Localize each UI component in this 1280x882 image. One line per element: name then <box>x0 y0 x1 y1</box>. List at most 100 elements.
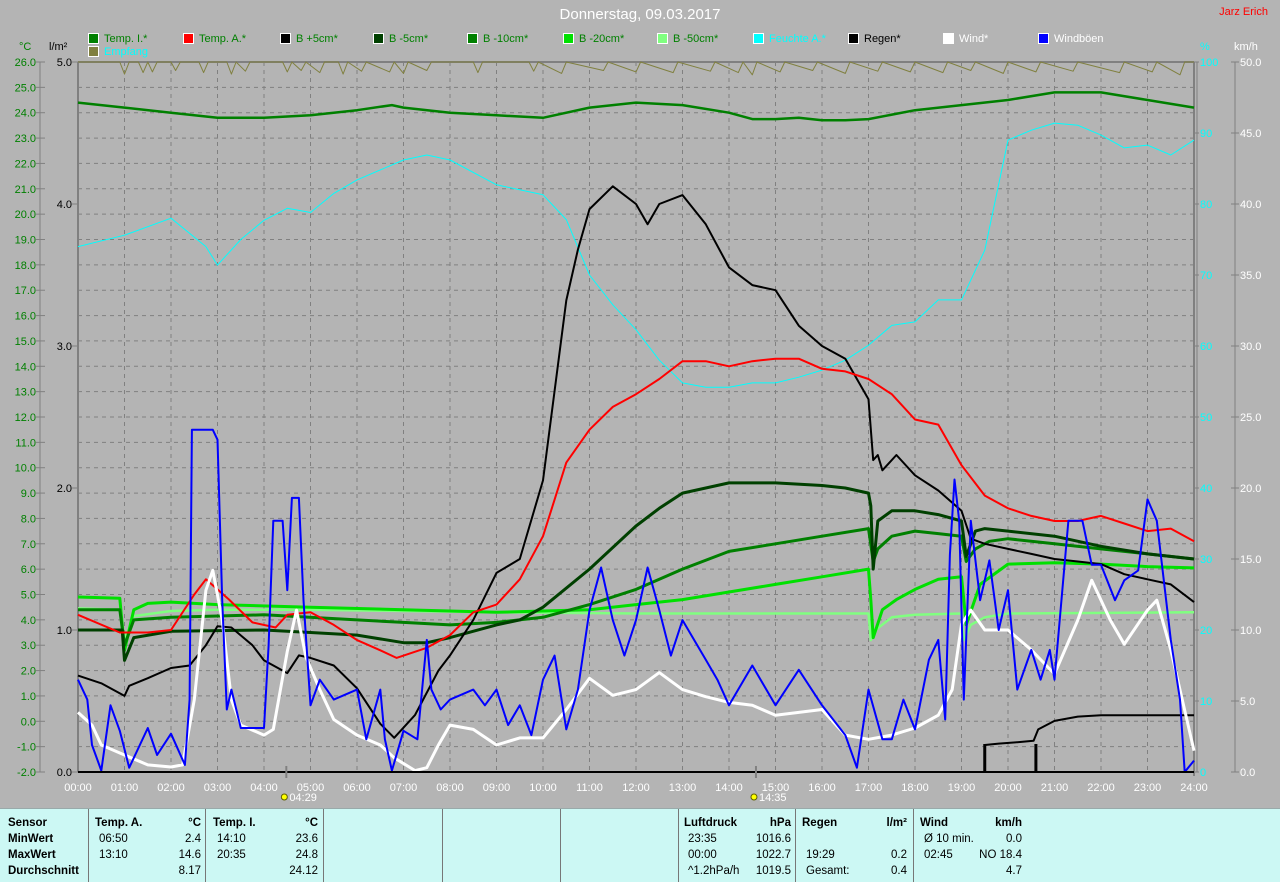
x-tick-label: 03:00 <box>204 782 232 794</box>
y-tick-label-kmh: 20.0 <box>1240 483 1261 495</box>
stats-time-rain: 19:29 <box>806 849 835 861</box>
axis-label-kmh: km/h <box>1234 41 1258 53</box>
stats-header-temp_a: Temp. A. <box>95 817 143 829</box>
x-tick-label: 23:00 <box>1134 782 1162 794</box>
x-tick-label: 06:00 <box>343 782 371 794</box>
stats-header-temp_i: Temp. I. <box>213 817 256 829</box>
stats-value-temp_a: 14.6 <box>178 849 201 861</box>
stats-time-pressure: ^1.2hPa/h <box>688 865 740 877</box>
y-tick-label-percent: 20 <box>1200 625 1212 637</box>
y-tick-label-kmh: 5.0 <box>1240 696 1255 708</box>
stats-value-wind: NO 18.4 <box>979 849 1022 861</box>
stats-unit-pressure: hPa <box>769 817 791 829</box>
x-tick-label: 24:00 <box>1180 782 1208 794</box>
column-divider <box>205 809 206 882</box>
y-tick-label-celsius: 16.0 <box>15 311 36 323</box>
x-tick-label: 14:00 <box>715 782 743 794</box>
y-tick-label-percent: 30 <box>1200 554 1212 566</box>
sunset-icon <box>750 793 758 801</box>
y-tick-label-kmh: 40.0 <box>1240 199 1261 211</box>
y-tick-label-celsius: 1.0 <box>21 691 36 703</box>
y-tick-label-kmh: 30.0 <box>1240 341 1261 353</box>
column-divider <box>678 809 679 882</box>
stats-time-temp_a: 06:50 <box>99 833 128 845</box>
y-tick-label-celsius: 18.0 <box>15 260 36 272</box>
axis-label-percent: % <box>1200 41 1210 53</box>
stats-row-label: Durchschnitt <box>8 865 79 877</box>
y-tick-label-kmh: 50.0 <box>1240 57 1261 69</box>
y-tick-label-celsius: 11.0 <box>15 437 36 449</box>
x-tick-label: 12:00 <box>622 782 650 794</box>
y-tick-label-percent: 0 <box>1200 767 1206 779</box>
y-tick-label-kmh: 45.0 <box>1240 128 1261 140</box>
series-b-10cm <box>78 527 1195 647</box>
y-tick-label-celsius: -2.0 <box>17 767 36 779</box>
stats-time-temp_i: 20:35 <box>217 849 246 861</box>
series-line <box>78 527 1195 647</box>
x-tick-label: 10:00 <box>529 782 557 794</box>
x-tick-label: 08:00 <box>436 782 464 794</box>
stats-value-temp_i: 23.6 <box>295 833 318 845</box>
stats-value-temp_i: 24.12 <box>289 865 318 877</box>
column-divider <box>442 809 443 882</box>
stats-time-pressure: 23:35 <box>688 833 717 845</box>
y-tick-label-celsius: 12.0 <box>15 412 36 424</box>
column-divider <box>88 809 89 882</box>
y-tick-label-kmh: 0.0 <box>1240 767 1255 779</box>
stats-value-temp_i: 24.8 <box>295 849 318 861</box>
y-tick-label-percent: 40 <box>1200 483 1212 495</box>
stats-value-pressure: 1022.7 <box>755 849 791 861</box>
y-tick-label-celsius: 6.0 <box>21 564 36 576</box>
stats-value-wind: 4.7 <box>1006 865 1022 877</box>
y-tick-label-celsius: 8.0 <box>21 513 36 525</box>
y-tick-label-percent: 80 <box>1200 199 1212 211</box>
stats-unit-temp_a: °C <box>188 817 201 829</box>
y-tick-label-celsius: 25.0 <box>15 82 36 94</box>
y-tick-label-percent: 90 <box>1200 128 1212 140</box>
y-tick-label-rain: 2.0 <box>57 483 72 495</box>
x-tick-label: 22:00 <box>1087 782 1115 794</box>
stats-header-sensor: Sensor <box>8 817 47 829</box>
x-tick-label: 02:00 <box>157 782 185 794</box>
y-tick-label-celsius: 4.0 <box>21 615 36 627</box>
column-divider <box>560 809 561 882</box>
y-tick-label-celsius: 2.0 <box>21 666 36 678</box>
stats-time-pressure: 00:00 <box>688 849 717 861</box>
stats-time-wind: 02:45 <box>924 849 953 861</box>
y-tick-label-kmh: 15.0 <box>1240 554 1261 566</box>
stats-header-rain: Regen <box>802 817 838 829</box>
y-tick-label-celsius: 3.0 <box>21 640 36 652</box>
column-divider <box>323 809 324 882</box>
y-tick-label-kmh: 10.0 <box>1240 625 1261 637</box>
stats-time-wind: Ø 10 min. <box>924 833 974 845</box>
axis-label-rain: l/m² <box>49 41 68 53</box>
axis-label-celsius: °C <box>19 41 31 53</box>
stats-header-wind: Wind <box>920 817 948 829</box>
x-tick-label: 01:00 <box>111 782 139 794</box>
y-tick-label-percent: 60 <box>1200 341 1212 353</box>
y-tick-label-celsius: 10.0 <box>15 463 36 475</box>
x-tick-label: 09:00 <box>483 782 511 794</box>
x-tick-label: 07:00 <box>390 782 418 794</box>
stats-value-temp_a: 2.4 <box>185 833 201 845</box>
stats-value-wind: 0.0 <box>1006 833 1022 845</box>
y-tick-label-percent: 10 <box>1200 696 1212 708</box>
stats-time-temp_a: 13:10 <box>99 849 128 861</box>
stats-row-label: MinWert <box>8 833 54 845</box>
y-tick-label-celsius: 5.0 <box>21 590 36 602</box>
y-tick-label-kmh: 25.0 <box>1240 412 1261 424</box>
stats-unit-wind: km/h <box>995 817 1022 829</box>
y-tick-label-celsius: 0.0 <box>21 716 36 728</box>
column-divider <box>795 809 796 882</box>
stats-header-pressure: Luftdruck <box>684 817 738 829</box>
y-tick-label-celsius: 26.0 <box>15 57 36 69</box>
stats-value-temp_a: 8.17 <box>178 865 201 877</box>
y-tick-label-rain: 5.0 <box>57 57 72 69</box>
stats-value-pressure: 1019.5 <box>755 865 791 877</box>
stats-unit-temp_i: °C <box>305 817 318 829</box>
x-tick-label: 00:00 <box>64 782 92 794</box>
y-tick-label-rain: 0.0 <box>57 767 72 779</box>
y-tick-label-percent: 100 <box>1200 57 1218 69</box>
stats-value-rain: 0.4 <box>891 865 907 877</box>
stats-value-rain: 0.2 <box>891 849 907 861</box>
